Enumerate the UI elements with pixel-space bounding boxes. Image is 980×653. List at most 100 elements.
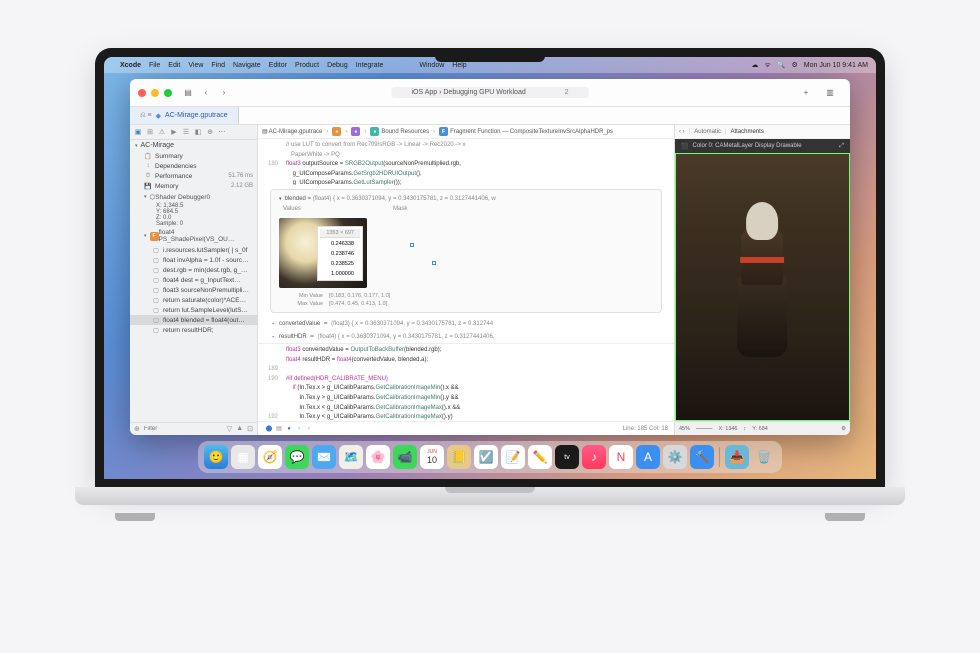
window-close-button[interactable] <box>138 89 146 97</box>
preview-panel: ‹ › | Automatic | Attachments ⬛ Color 0:… <box>674 125 850 435</box>
window-zoom-button[interactable] <box>164 89 172 97</box>
dock-maps[interactable]: 🗺️ <box>339 445 363 469</box>
dock-appstore[interactable]: A <box>636 445 660 469</box>
status-control-center-icon[interactable]: ⚙ <box>792 61 798 69</box>
sidebar-toggle-icon[interactable]: ▤ <box>182 87 194 99</box>
menu-view[interactable]: View <box>188 62 203 69</box>
dock-launchpad[interactable]: ▦ <box>231 445 255 469</box>
menu-editor[interactable]: Editor <box>269 62 287 69</box>
stack-row[interactable]: ▢dest.rgb = min(dest.rgb, g_… <box>130 265 257 275</box>
nav-tab-5[interactable]: ☰ <box>182 128 190 136</box>
bc-resources[interactable]: Bound Resources <box>381 129 429 135</box>
dock-xcode[interactable]: 🔨 <box>690 445 714 469</box>
sidebar-performance[interactable]: ⏱Performance51.76 ms <box>130 171 257 181</box>
preview-options-icon[interactable]: ⚙ <box>841 426 846 432</box>
dock-photos[interactable]: 🌸 <box>366 445 390 469</box>
nav-tab-3[interactable]: ⚠ <box>158 128 166 136</box>
zoom-pct[interactable]: 45% <box>679 426 690 432</box>
preview-tab-automatic[interactable]: Automatic <box>694 129 721 135</box>
status-wifi-icon[interactable]: ᯤ <box>764 61 770 70</box>
menubar-app-name[interactable]: Xcode <box>120 62 141 69</box>
status-search-icon[interactable]: 🔍 <box>777 61 786 69</box>
library-button[interactable]: ▥ <box>824 87 836 99</box>
dock-calendar[interactable]: JUN10 <box>420 445 444 469</box>
nav-forward-icon[interactable]: › <box>218 87 230 99</box>
stack-row-selected[interactable]: ▢float4 blended = float4(out… <box>130 315 257 325</box>
sidebar-summary[interactable]: 📋Summary <box>130 151 257 161</box>
dock-facetime[interactable]: 📹 <box>393 445 417 469</box>
filter-opt-2[interactable]: ▲ <box>236 425 243 433</box>
filter-opt-1[interactable]: ▽ <box>227 425 232 433</box>
popover-texture-thumb[interactable]: 1353 × 697 0.246338 0.238746 0.238525 1.… <box>279 218 367 288</box>
preview-expand-icon[interactable]: ⤢ <box>839 143 844 150</box>
stack-row[interactable]: ▢i.resources.lutSampler( | s_0f <box>130 245 257 255</box>
code-area-2[interactable]: 189190192 float3 convertedValue = Output… <box>258 343 674 421</box>
menu-window[interactable]: Window <box>419 62 444 69</box>
status-cloud-icon[interactable]: ☁ <box>751 61 758 69</box>
bc-function[interactable]: Fragment Function — CompositeTextureInvS… <box>450 129 613 135</box>
sidebar-memory[interactable]: 💾Memory2.12 GB <box>130 181 257 191</box>
result-converted[interactable]: convertedValue = (float3) { x = 0.363037… <box>258 317 674 330</box>
dock-settings[interactable]: ⚙️ <box>663 445 687 469</box>
menu-help[interactable]: Help <box>452 62 466 69</box>
menu-find[interactable]: Find <box>211 62 225 69</box>
preview-tab-attachments[interactable]: Attachments <box>730 129 763 135</box>
debug-btn-4[interactable]: ‹ <box>294 426 304 432</box>
menu-edit[interactable]: Edit <box>168 62 180 69</box>
nav-tab-7[interactable]: ⊕ <box>206 128 214 136</box>
result-hdr[interactable]: resultHDR = (float4) { x = 0.3630371094,… <box>258 330 674 343</box>
nav-tab-6[interactable]: ◧ <box>194 128 202 136</box>
dock-contacts[interactable]: 📒 <box>447 445 471 469</box>
dock-downloads[interactable]: 📥 <box>725 445 749 469</box>
nav-tab-1[interactable]: ▣ <box>134 128 142 136</box>
dock-news[interactable]: N <box>609 445 633 469</box>
debug-btn-3[interactable]: ● <box>284 426 294 432</box>
filter-opt-3[interactable]: ⊡ <box>247 425 253 433</box>
dock-trash[interactable]: 🗑️ <box>752 445 776 469</box>
zoom-slider[interactable]: ⎼⎼⎼ <box>696 425 713 432</box>
code-area[interactable]: 180185 // use LUT to convert from Rec709… <box>258 139 674 185</box>
nav-tab-8[interactable]: ⋯ <box>218 128 226 136</box>
stack-row[interactable]: ▢float4 dest = g_InputText… <box>130 275 257 285</box>
dock-finder[interactable]: 🙂 <box>204 445 228 469</box>
bc-file[interactable]: ▤ AC-Mirage.gputrace <box>262 128 322 135</box>
stack-row[interactable]: ▢float invAlpha = 1.0f - sourc… <box>130 255 257 265</box>
filter-input[interactable] <box>144 425 223 433</box>
dock-tv[interactable]: tv <box>555 445 579 469</box>
menu-debug[interactable]: Debug <box>327 62 348 69</box>
filter-icon[interactable]: ⊕ <box>134 425 140 433</box>
metal-drawable-preview[interactable] <box>675 153 850 421</box>
menu-product[interactable]: Product <box>295 62 319 69</box>
dock-safari[interactable]: 🧭 <box>258 445 282 469</box>
document-tab[interactable]: ⎌ ≡ ◆ AC-Mirage.gputrace <box>130 107 239 124</box>
coord-x: X: 1346 <box>719 426 738 432</box>
preview-nav[interactable]: ‹ › <box>679 129 685 135</box>
stack-row[interactable]: ▢float3 sourceNonPremultipli… <box>130 285 257 295</box>
dock-reminders[interactable]: ☑️ <box>474 445 498 469</box>
add-button[interactable]: + <box>800 87 812 99</box>
nav-tab-4[interactable]: ▶ <box>170 128 178 136</box>
nav-tab-2[interactable]: ⊞ <box>146 128 154 136</box>
gputrace-icon: ◆ <box>156 112 161 120</box>
menu-file[interactable]: File <box>149 62 160 69</box>
menubar-clock[interactable]: Mon Jun 10 9:41 AM <box>804 62 868 69</box>
dock-music[interactable]: ♪ <box>582 445 606 469</box>
sidebar-dependencies[interactable]: ↕Dependencies <box>130 161 257 171</box>
stack-row[interactable]: ▢return resultHDR; <box>130 325 257 335</box>
debug-btn-2[interactable]: ▤ <box>274 425 284 432</box>
dock-notes[interactable]: 📝 <box>501 445 525 469</box>
dock-mail[interactable]: ✉️ <box>312 445 336 469</box>
window-title: iOS App › Debugging GPU Workload 2 <box>391 87 588 98</box>
nav-back-icon[interactable]: ‹ <box>200 87 212 99</box>
titlebar-badge: 2 <box>565 89 569 96</box>
stack-row[interactable]: ▢return saturate(color)*ACE… <box>130 295 257 305</box>
popover-mask-view[interactable] <box>377 218 487 288</box>
dock-messages[interactable]: 💬 <box>285 445 309 469</box>
stack-row[interactable]: ▢return lut.SampleLevel(lutS… <box>130 305 257 315</box>
debug-btn-5[interactable]: › <box>304 426 314 432</box>
dock-freeform[interactable]: ✏️ <box>528 445 552 469</box>
debug-btn-1[interactable]: ⬤ <box>264 425 274 432</box>
window-minimize-button[interactable] <box>151 89 159 97</box>
menu-integrate[interactable]: Integrate <box>356 62 384 69</box>
menu-navigate[interactable]: Navigate <box>233 62 261 69</box>
